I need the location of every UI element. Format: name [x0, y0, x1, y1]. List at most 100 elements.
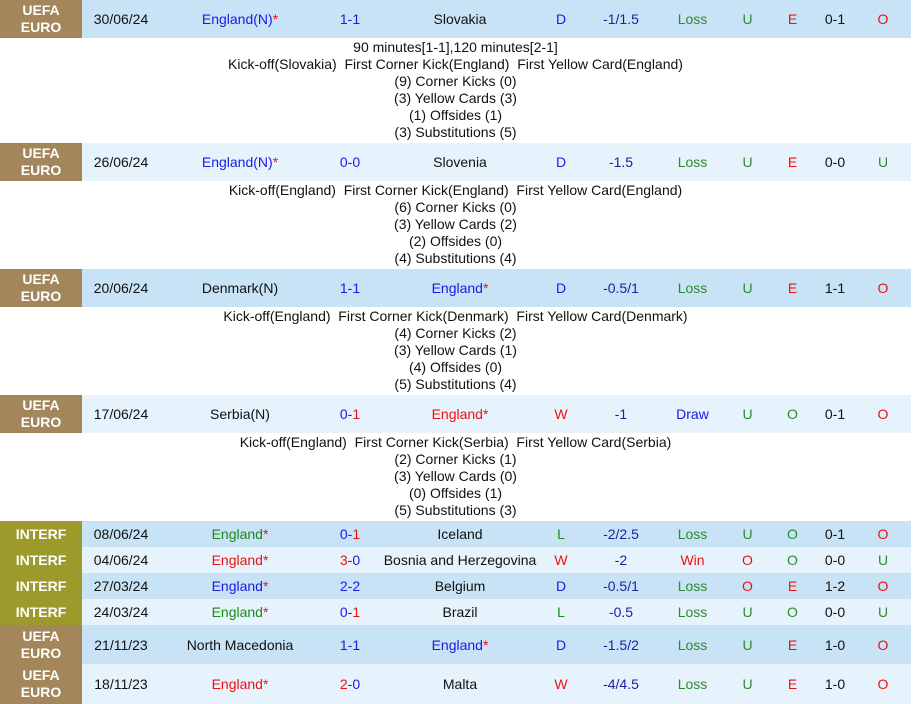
- match-row[interactable]: INTERF 04/06/24 England* 3-0 Bosnia and Herz…: [0, 547, 911, 573]
- score[interactable]: 0-1: [320, 526, 380, 542]
- match-date: 24/03/24: [93, 604, 149, 620]
- match-date: 26/06/24: [93, 154, 149, 170]
- match-row[interactable]: UEFA EURO 20/06/24 Denmark(N) 1-1 England* D -…: [0, 269, 911, 307]
- detail-line: (4) Substitutions (4): [394, 250, 517, 266]
- away-team[interactable]: Slovenia: [380, 154, 540, 170]
- team-name[interactable]: Slovakia: [434, 11, 487, 27]
- match-row[interactable]: UEFA EURO 26/06/24 England(N)* 0-0 Slovenia D…: [0, 143, 911, 181]
- league-badge[interactable]: UEFA EURO: [0, 0, 82, 38]
- score[interactable]: 1-1: [320, 11, 380, 27]
- home-team[interactable]: England*: [160, 552, 320, 568]
- league-badge[interactable]: UEFA EURO: [0, 269, 82, 307]
- home-marker: *: [482, 636, 489, 653]
- match-row[interactable]: UEFA EURO 18/11/23 England* 2-0 Malta W -4/4.5…: [0, 664, 911, 704]
- team-name[interactable]: England: [432, 406, 483, 422]
- handicap: -0.5/1: [603, 578, 639, 594]
- team-name[interactable]: Iceland: [437, 526, 482, 542]
- league-badge[interactable]: UEFA EURO: [0, 143, 82, 181]
- odd-even: O: [787, 552, 798, 568]
- result: D: [555, 578, 567, 594]
- home-marker: *: [482, 406, 489, 422]
- handicap-result: Loss: [677, 526, 708, 542]
- detail-line: (2) Offsides (0): [408, 233, 503, 249]
- handicap: -4/4.5: [603, 676, 639, 692]
- match-row[interactable]: INTERF 08/06/24 England* 0-1 Iceland L -2/2.5 L…: [0, 521, 911, 547]
- match-row[interactable]: UEFA EURO 21/11/23 North Macedonia 1-1 Engla…: [0, 625, 911, 664]
- home-team[interactable]: England(N)*: [160, 11, 320, 27]
- score[interactable]: 1-1: [320, 280, 380, 296]
- half-time-over-under: O: [877, 406, 889, 422]
- match-date: 17/06/24: [93, 406, 149, 422]
- team-name[interactable]: Belgium: [435, 578, 486, 594]
- half-time-score: 1-0: [824, 676, 846, 692]
- team-name[interactable]: England: [212, 676, 263, 692]
- half-time-over-under: O: [877, 636, 889, 653]
- away-team[interactable]: Slovakia: [380, 11, 540, 27]
- team-name[interactable]: North Macedonia: [187, 637, 294, 653]
- team-name[interactable]: England: [432, 280, 483, 296]
- away-team[interactable]: Bosnia and Herzegovina: [380, 552, 540, 568]
- detail-line: (9) Corner Kicks (0): [394, 73, 517, 89]
- home-team[interactable]: England*: [160, 676, 320, 692]
- league-badge[interactable]: UEFA EURO: [0, 664, 82, 704]
- team-name[interactable]: England: [432, 637, 483, 653]
- team-name[interactable]: England: [212, 604, 263, 620]
- league-badge[interactable]: INTERF: [0, 521, 82, 547]
- league-badge[interactable]: UEFA EURO: [0, 395, 82, 433]
- home-team[interactable]: North Macedonia: [160, 637, 320, 653]
- result: W: [554, 676, 568, 692]
- home-team[interactable]: England(N)*: [160, 154, 320, 170]
- team-name[interactable]: Bosnia and Herzegovina: [384, 552, 537, 568]
- away-team[interactable]: England*: [380, 406, 540, 422]
- score[interactable]: 0-1: [320, 604, 380, 620]
- away-team[interactable]: England*: [380, 280, 540, 296]
- odd-even: E: [787, 578, 798, 594]
- score-part: 2: [339, 676, 348, 692]
- league-badge[interactable]: INTERF: [0, 599, 82, 625]
- team-name[interactable]: Brazil: [442, 604, 477, 620]
- league-badge[interactable]: INTERF: [0, 573, 82, 599]
- score-part: 1-1: [339, 636, 361, 653]
- team-name[interactable]: England(N): [202, 11, 273, 27]
- half-time-score: 0-1: [824, 11, 846, 27]
- home-team[interactable]: England*: [160, 526, 320, 542]
- team-name[interactable]: England: [212, 552, 263, 568]
- team-name[interactable]: England: [212, 578, 263, 594]
- score-part: -0: [347, 552, 361, 568]
- match-details: 90 minutes[1-1],120 minutes[2-1] Kick-off…: [0, 38, 911, 143]
- home-team[interactable]: Denmark(N): [160, 280, 320, 296]
- match-row[interactable]: UEFA EURO 17/06/24 Serbia(N) 0-1 England* W -1…: [0, 395, 911, 433]
- score[interactable]: 3-0: [320, 552, 380, 568]
- match-row[interactable]: INTERF 27/03/24 England* 2-2 Belgium D -0.5/1 L…: [0, 573, 911, 599]
- handicap: -1.5/2: [603, 636, 639, 653]
- score[interactable]: 1-1: [320, 637, 380, 653]
- score-part: 0-: [339, 604, 353, 620]
- team-name[interactable]: Serbia(N): [210, 406, 270, 422]
- match-date: 08/06/24: [93, 526, 149, 542]
- score[interactable]: 2-0: [320, 676, 380, 692]
- match-row[interactable]: INTERF 24/03/24 England* 0-1 Brazil L -0.5 Loss…: [0, 599, 911, 625]
- over-under: U: [742, 406, 753, 422]
- match-date: 27/03/24: [93, 578, 149, 594]
- team-name[interactable]: Denmark(N): [202, 280, 278, 296]
- team-name[interactable]: England(N): [202, 154, 273, 170]
- home-team[interactable]: England*: [160, 604, 320, 620]
- home-team[interactable]: England*: [160, 578, 320, 594]
- away-team[interactable]: Iceland: [380, 526, 540, 542]
- score[interactable]: 0-0: [320, 154, 380, 170]
- home-marker: *: [272, 154, 279, 170]
- score[interactable]: 0-1: [320, 406, 380, 422]
- away-team[interactable]: Belgium: [380, 578, 540, 594]
- home-team[interactable]: Serbia(N): [160, 406, 320, 422]
- team-name[interactable]: Slovenia: [433, 154, 487, 170]
- match-row[interactable]: UEFA EURO 30/06/24 England(N)* 1-1 Slovakia D…: [0, 0, 911, 38]
- away-team[interactable]: Brazil: [380, 604, 540, 620]
- score[interactable]: 2-2: [320, 578, 380, 594]
- away-team[interactable]: Malta: [380, 676, 540, 692]
- league-badge[interactable]: INTERF: [0, 547, 82, 573]
- team-name[interactable]: England: [212, 526, 263, 542]
- team-name[interactable]: Malta: [443, 676, 477, 692]
- odd-even: O: [787, 406, 798, 422]
- league-badge[interactable]: UEFA EURO: [0, 625, 82, 664]
- away-team[interactable]: England*: [380, 637, 540, 653]
